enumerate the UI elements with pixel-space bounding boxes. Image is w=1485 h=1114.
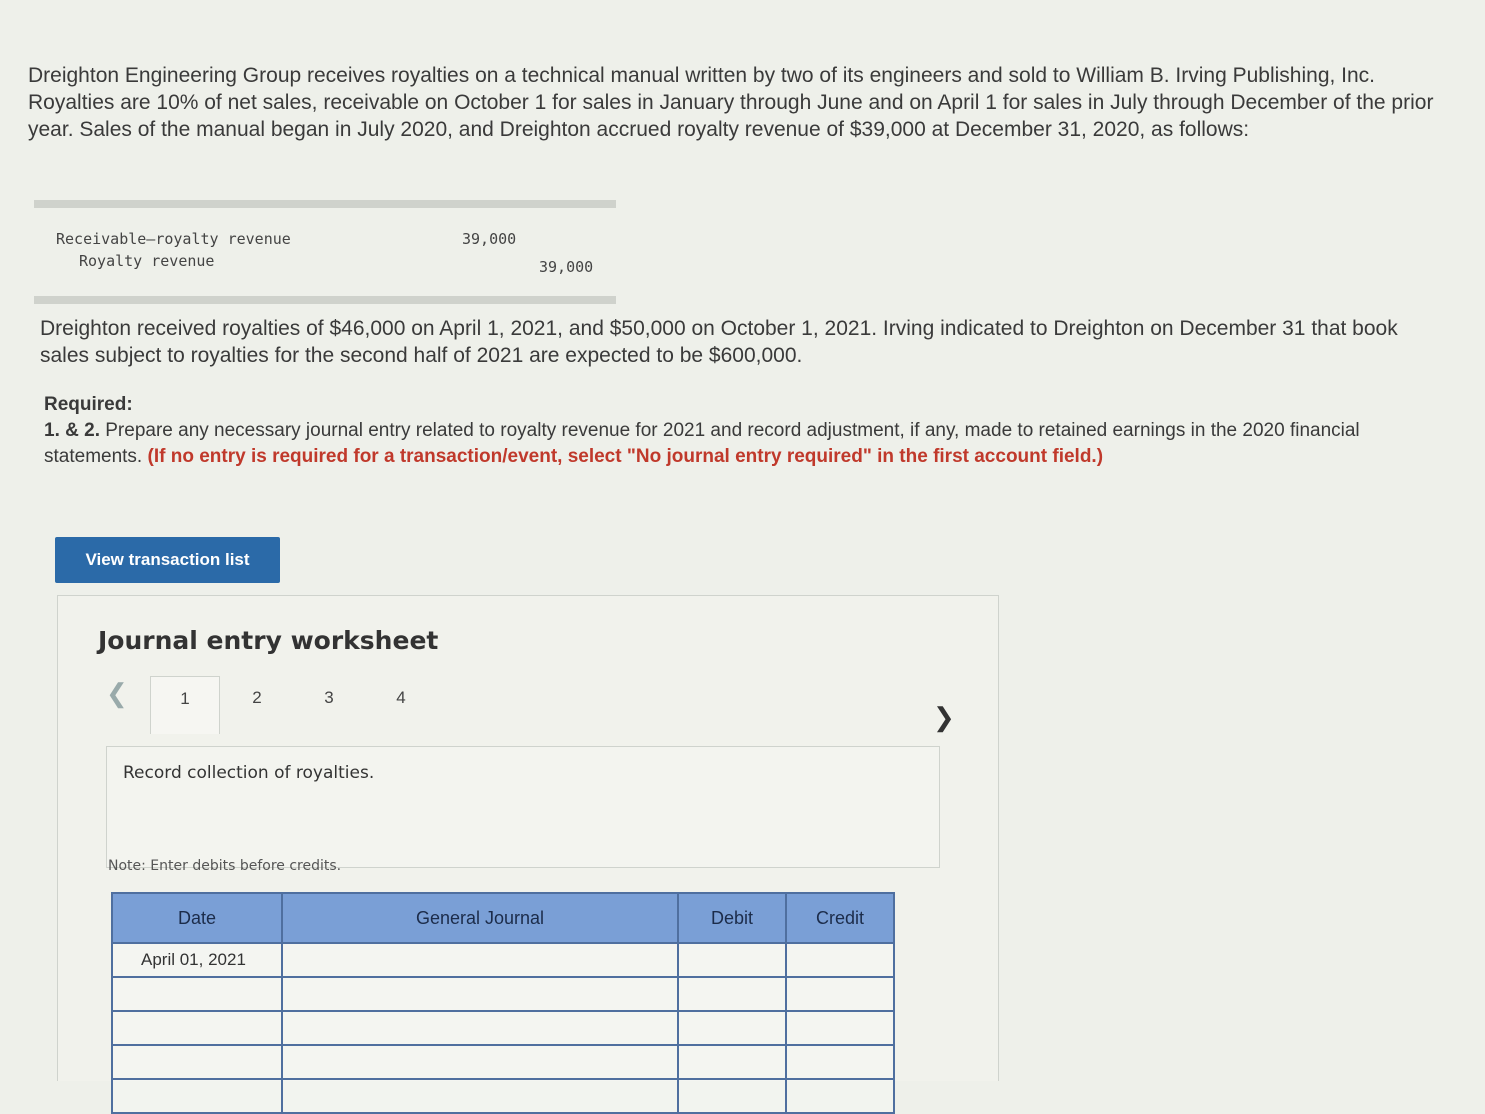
- credit-input[interactable]: [785, 1044, 895, 1080]
- debit-input[interactable]: [677, 976, 787, 1012]
- required-heading: Required:: [44, 394, 133, 415]
- account-input[interactable]: [281, 1078, 679, 1114]
- debit-input[interactable]: [677, 1078, 787, 1114]
- date-cell: April 01, 2021: [111, 942, 283, 978]
- tab-2[interactable]: 2: [222, 676, 292, 734]
- account-input[interactable]: [281, 942, 679, 978]
- journal-header-row: Date General Journal Debit Credit: [111, 892, 895, 944]
- account-input[interactable]: [281, 1010, 679, 1046]
- date-cell: [111, 1010, 283, 1046]
- journal-entry-worksheet: Journal entry worksheet ❮ ❯ 1 2 3 4 Reco…: [57, 595, 999, 1114]
- tab-4[interactable]: 4: [366, 676, 436, 734]
- date-cell: [111, 1044, 283, 1080]
- accrual-debit-account: Receivable–royalty revenue: [56, 230, 291, 248]
- table-row: [111, 976, 895, 1012]
- debit-column-header: Debit: [677, 892, 787, 944]
- tab-1[interactable]: 1: [150, 676, 220, 734]
- credit-input[interactable]: [785, 976, 895, 1012]
- required-section: Required: 1. & 2. Prepare any necessary …: [44, 392, 1404, 470]
- date-cell: [111, 1078, 283, 1114]
- transaction-prompt-box: Record collection of royalties.: [106, 746, 940, 868]
- problem-additional-info: Dreighton received royalties of $46,000 …: [40, 317, 1398, 367]
- required-instruction: (If no entry is required for a transacti…: [147, 446, 1104, 467]
- general-journal-column-header: General Journal: [281, 892, 679, 944]
- account-input[interactable]: [281, 976, 679, 1012]
- accrual-credit-account: Royalty revenue: [79, 252, 215, 270]
- table-row: [111, 1044, 895, 1080]
- credit-input[interactable]: [785, 1010, 895, 1046]
- debit-input[interactable]: [677, 942, 787, 978]
- table-row: [111, 1010, 895, 1046]
- transaction-prompt: Record collection of royalties.: [123, 763, 375, 783]
- date-column-header: Date: [111, 892, 283, 944]
- chevron-right-icon[interactable]: ❯: [933, 702, 955, 733]
- tab-3[interactable]: 3: [294, 676, 364, 734]
- debit-input[interactable]: [677, 1044, 787, 1080]
- accrual-credit-amount: 39,000: [539, 258, 594, 276]
- accrual-entry: Receivable–royalty revenue 39,000 Royalt…: [34, 200, 616, 304]
- credit-input[interactable]: [785, 1078, 895, 1114]
- table-row: [111, 1078, 895, 1114]
- account-input[interactable]: [281, 1044, 679, 1080]
- credit-column-header: Credit: [785, 892, 895, 944]
- entry-note: Note: Enter debits before credits.: [108, 858, 342, 874]
- date-cell: [111, 976, 283, 1012]
- required-number: 1. & 2.: [44, 420, 100, 441]
- accrual-credit-row: Royalty revenue 39,000: [34, 252, 616, 276]
- journal-table: Date General Journal Debit Credit April …: [111, 892, 895, 1114]
- accrual-debit-row: Receivable–royalty revenue 39,000: [34, 230, 616, 252]
- required-text: 1. & 2. Prepare any necessary journal en…: [44, 418, 1404, 470]
- chevron-left-icon[interactable]: ❮: [106, 678, 128, 709]
- worksheet-title: Journal entry worksheet: [98, 626, 439, 655]
- credit-input[interactable]: [785, 942, 895, 978]
- problem-intro: Dreighton Engineering Group receives roy…: [28, 64, 1434, 141]
- debit-input[interactable]: [677, 1010, 787, 1046]
- view-transaction-list-button[interactable]: View transaction list: [55, 537, 280, 583]
- accrual-debit-amount: 39,000: [462, 230, 517, 248]
- table-row: April 01, 2021: [111, 942, 895, 978]
